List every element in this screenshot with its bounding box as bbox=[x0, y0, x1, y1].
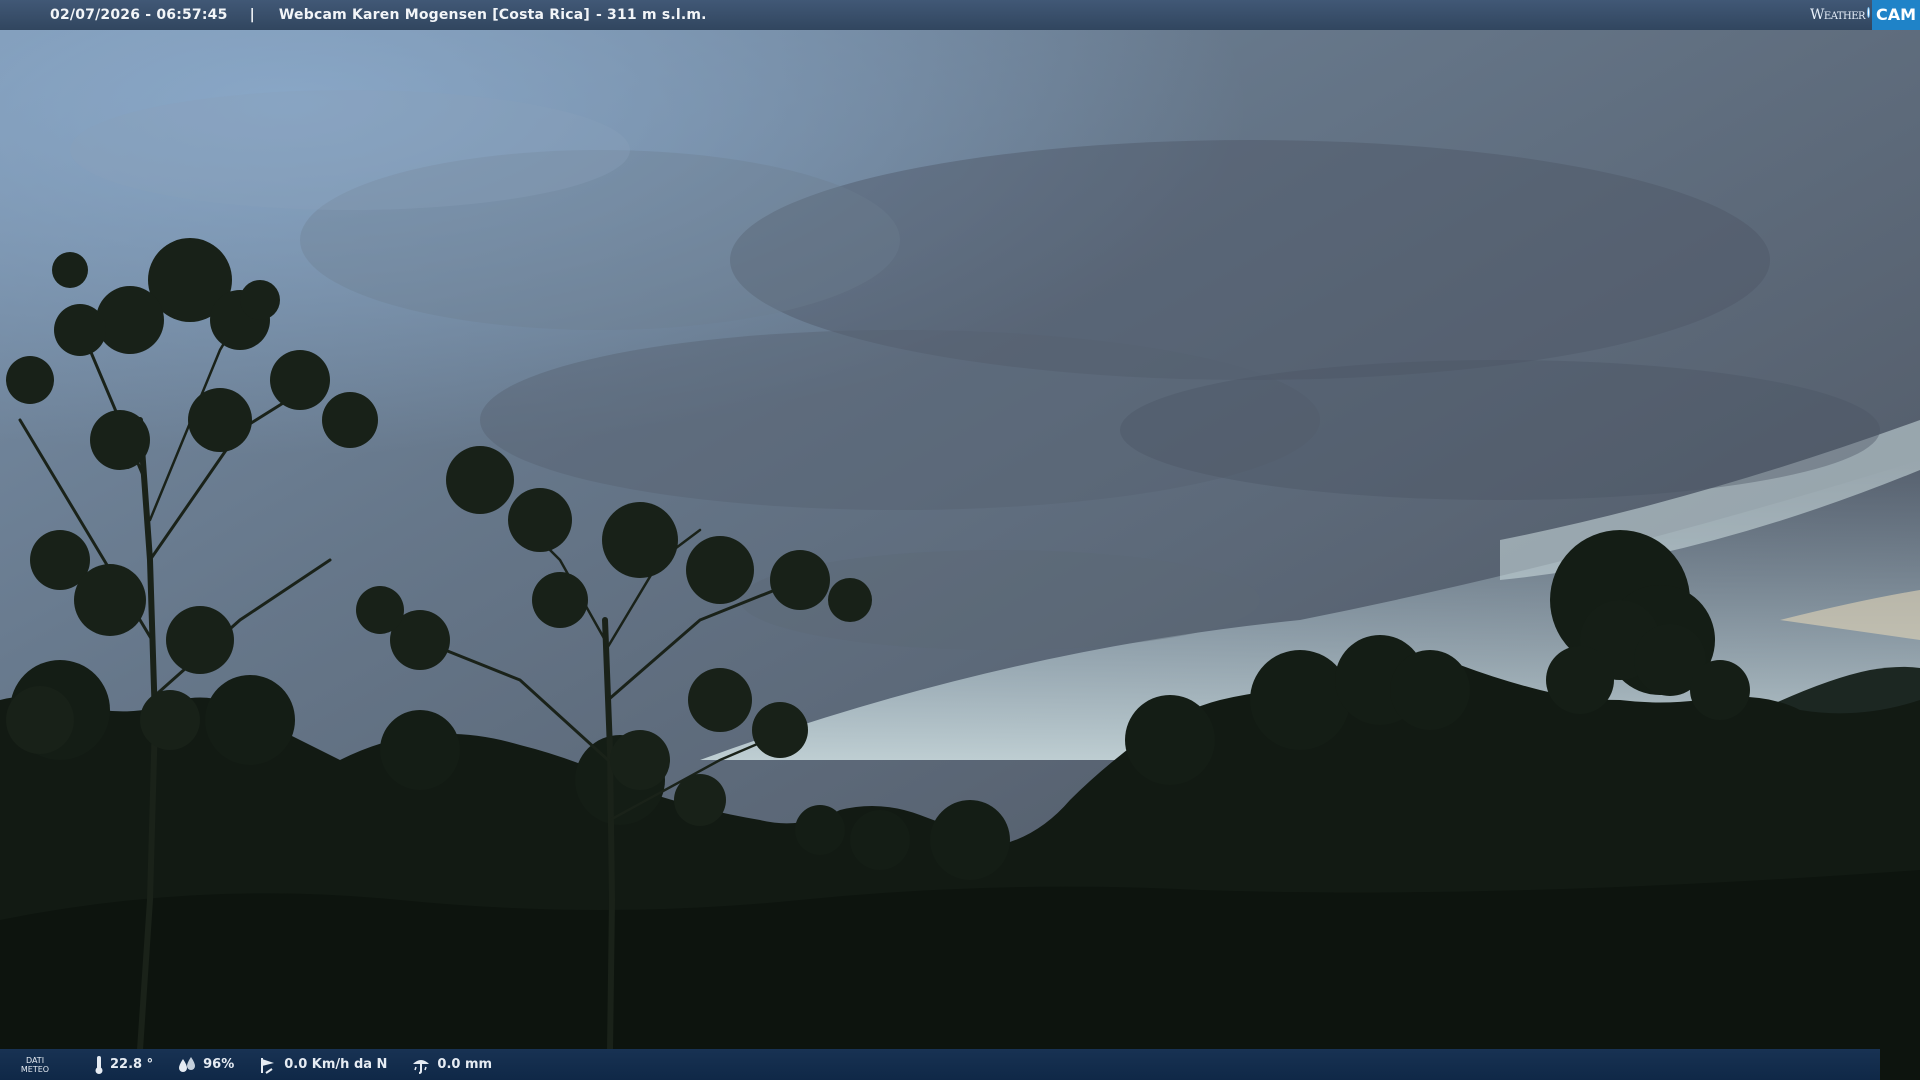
rain-gauge-icon bbox=[413, 1059, 430, 1074]
webcam-location: Webcam Karen Mogensen [Costa Rica] bbox=[278, 7, 590, 23]
logo-cam-text: CAM bbox=[1871, 0, 1920, 30]
webcam-altitude: - 311 m s.l.m. bbox=[595, 7, 707, 23]
timestamp: 02/07/2026 - 06:57:45 bbox=[50, 7, 228, 23]
weather-data-bar: DATI METEO 22.8 ° 96% 0.0 Km/h da N 0.0 … bbox=[0, 1049, 1880, 1080]
temperature-value: 22.8 ° bbox=[110, 1057, 154, 1072]
rain-reading: 0.0 mm bbox=[411, 1055, 492, 1075]
wind-reading: 0.0 Km/h da N bbox=[258, 1055, 387, 1075]
webcam-info-bar: 02/07/2026 - 06:57:45 | Webcam Karen Mog… bbox=[0, 0, 1920, 30]
humidity-value: 96% bbox=[203, 1057, 235, 1072]
humidity-drops-icon bbox=[179, 1056, 196, 1072]
weather-data-label: DATI METEO bbox=[20, 1055, 50, 1074]
logo-dot-icon bbox=[1867, 6, 1870, 18]
webcam-image bbox=[0, 0, 1920, 1080]
temperature-reading: 22.8 ° bbox=[94, 1055, 153, 1075]
thermometer-icon bbox=[95, 1055, 103, 1074]
logo-weather-text: Weather bbox=[1810, 7, 1866, 23]
weathercam-logo: Weather CAM bbox=[1810, 0, 1920, 30]
humidity-reading: 96% bbox=[177, 1056, 234, 1074]
wind-vane-icon bbox=[261, 1057, 275, 1074]
rain-value: 0.0 mm bbox=[437, 1057, 493, 1072]
separator: | bbox=[249, 7, 255, 23]
wind-value: 0.0 Km/h da N bbox=[284, 1057, 388, 1072]
